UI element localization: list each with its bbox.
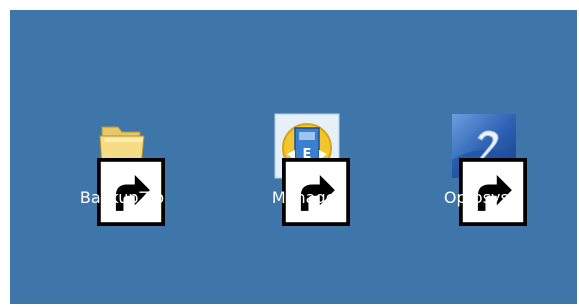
desktop: BackupZip E Manager Optosys 2 xyxy=(10,10,577,304)
shortcut-arrow-icon xyxy=(97,158,165,226)
manager-app-icon: E xyxy=(273,112,350,226)
icon-label: Optosys 2 xyxy=(443,188,525,207)
icon-label: BackupZip xyxy=(79,188,165,207)
desktop-icon-manager[interactable]: E Manager xyxy=(247,112,367,226)
desktop-icon-optosys-2[interactable]: Optosys 2 xyxy=(424,112,544,226)
shortcut-arrow-icon xyxy=(282,158,350,226)
icon-label: Manager xyxy=(271,188,343,207)
folder-icon xyxy=(88,112,165,226)
shortcut-arrow-icon xyxy=(459,158,527,226)
desktop-icon-backupzip[interactable]: BackupZip xyxy=(62,112,182,226)
optosys-2-icon xyxy=(450,112,527,226)
